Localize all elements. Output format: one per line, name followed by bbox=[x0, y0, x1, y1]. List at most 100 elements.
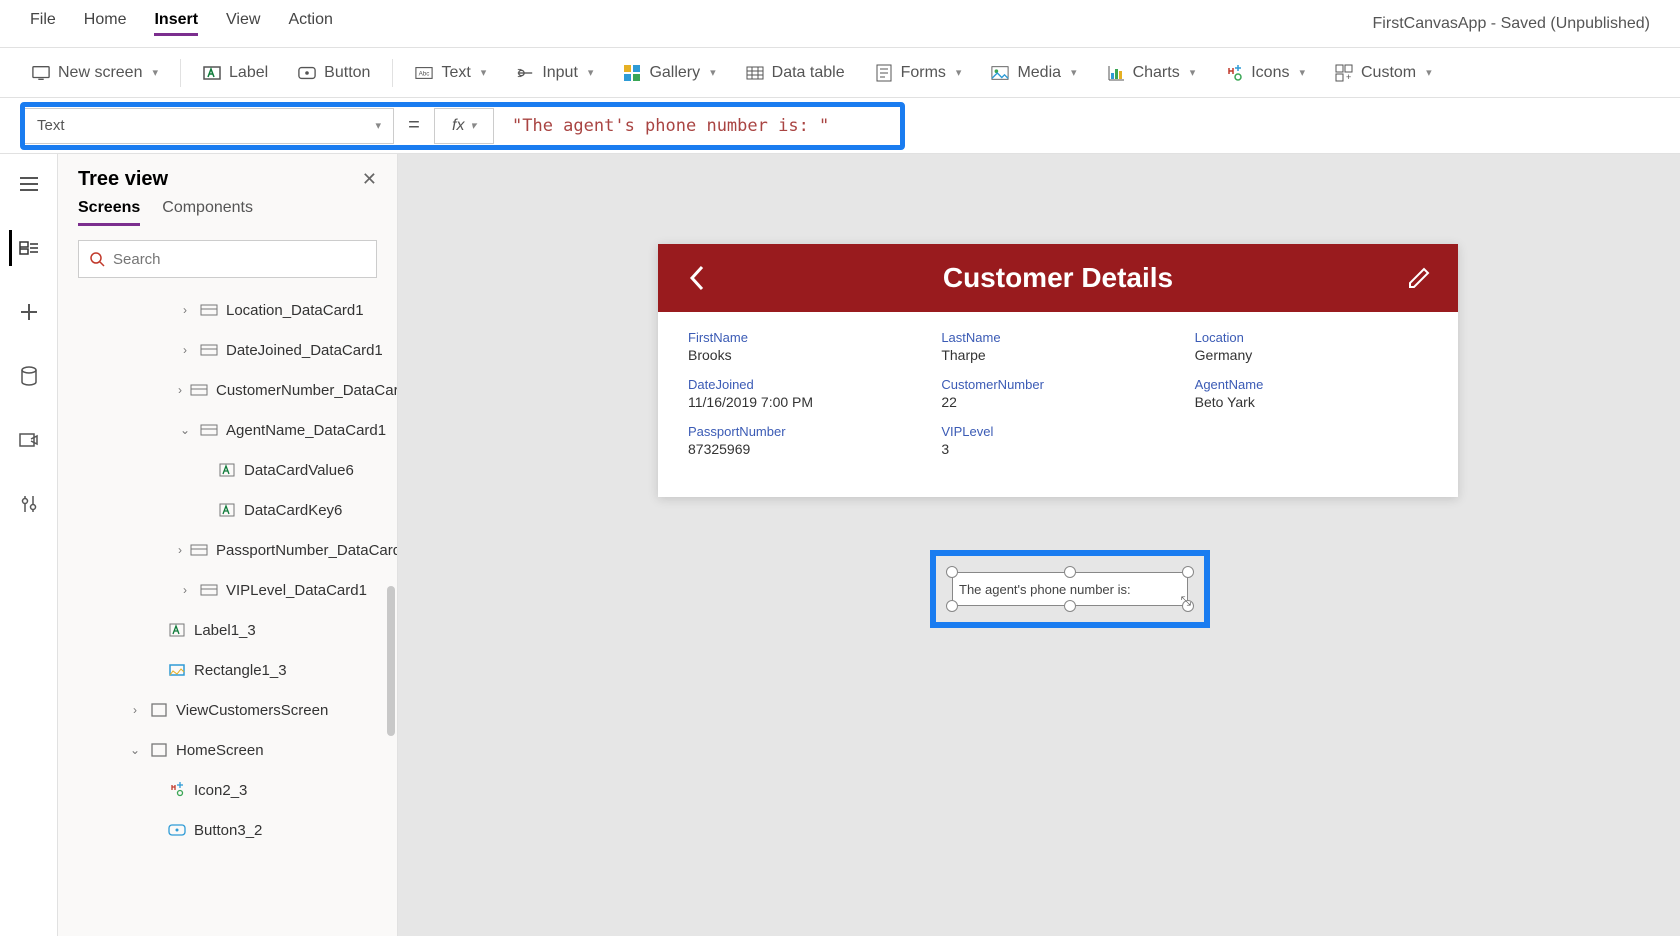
resize-handle[interactable] bbox=[1182, 566, 1194, 578]
property-selector[interactable]: Text ▾ bbox=[24, 108, 394, 144]
datacard-icon bbox=[190, 543, 208, 557]
screen-title: Customer Details bbox=[943, 262, 1173, 294]
scrollbar[interactable] bbox=[387, 586, 395, 736]
field-value: Germany bbox=[1195, 347, 1428, 363]
field-location: Location Germany bbox=[1195, 330, 1428, 363]
ribbon-input[interactable]: Input ▾ bbox=[504, 58, 605, 88]
tab-screens[interactable]: Screens bbox=[78, 199, 140, 226]
rail-advanced[interactable] bbox=[11, 486, 47, 522]
tree-node-location[interactable]: ›Location_DataCard1 bbox=[58, 290, 397, 330]
edit-button[interactable] bbox=[1404, 263, 1434, 293]
field-label: Location bbox=[1195, 330, 1428, 345]
chevron-down-icon: ▾ bbox=[1071, 66, 1077, 79]
menu-action[interactable]: Action bbox=[288, 11, 332, 36]
rail-hamburger[interactable] bbox=[11, 166, 47, 202]
tree-node-label1-3[interactable]: Label1_3 bbox=[58, 610, 397, 650]
custom-icon: + bbox=[1335, 64, 1353, 82]
resize-handle[interactable] bbox=[946, 566, 958, 578]
field-label: PassportNumber bbox=[688, 424, 921, 439]
menu-view[interactable]: View bbox=[226, 11, 260, 36]
back-button[interactable] bbox=[682, 263, 712, 293]
app-header: Customer Details bbox=[658, 244, 1458, 312]
chevron-down-icon: ▾ bbox=[481, 66, 487, 79]
ribbon-gallery[interactable]: Gallery ▾ bbox=[611, 58, 727, 88]
rail-insert[interactable] bbox=[11, 294, 47, 330]
ribbon-new-screen-label: New screen bbox=[58, 64, 142, 82]
tree-header: Tree view ✕ bbox=[58, 154, 397, 199]
tree-node-datacardvalue6[interactable]: DataCardValue6 bbox=[58, 450, 397, 490]
tree-node-agentname[interactable]: ⌄AgentName_DataCard1 bbox=[58, 410, 397, 450]
field-label: VIPLevel bbox=[941, 424, 1174, 439]
field-passportnumber: PassportNumber87325969 bbox=[688, 424, 921, 457]
formula-input[interactable] bbox=[500, 108, 1672, 144]
tree-node-customernumber[interactable]: ›CustomerNumber_DataCard1 bbox=[58, 370, 397, 410]
resize-handle[interactable] bbox=[1064, 566, 1076, 578]
selected-label-control[interactable]: The agent's phone number is: ⤡ bbox=[952, 572, 1188, 606]
canvas-area[interactable]: Customer Details FirstNameBrooks LastNam… bbox=[398, 154, 1680, 936]
rail-media[interactable] bbox=[11, 422, 47, 458]
chevron-down-icon: ▾ bbox=[1426, 66, 1432, 79]
menu-file[interactable]: File bbox=[30, 11, 56, 36]
ribbon-forms[interactable]: Forms ▾ bbox=[863, 58, 974, 88]
left-rail bbox=[0, 154, 58, 936]
tree-node-label: AgentName_DataCard1 bbox=[226, 422, 386, 439]
chevron-down-icon: ▾ bbox=[152, 66, 158, 79]
tree-node-icon2-3[interactable]: Icon2_3 bbox=[58, 770, 397, 810]
tree-node-button3-2[interactable]: Button3_2 bbox=[58, 810, 397, 850]
field-label: DateJoined bbox=[688, 377, 921, 392]
button-icon bbox=[168, 823, 186, 837]
ribbon-custom[interactable]: + Custom ▾ bbox=[1323, 58, 1444, 88]
tree-node-viewcustomers[interactable]: ›ViewCustomersScreen bbox=[58, 690, 397, 730]
ribbon-data-table[interactable]: Data table bbox=[734, 58, 857, 88]
tree-node-viplevel[interactable]: ›VIPLevel_DataCard1 bbox=[58, 570, 397, 610]
fx-button[interactable]: fx ▾ bbox=[434, 108, 494, 144]
menu-home[interactable]: Home bbox=[84, 11, 127, 36]
tab-components[interactable]: Components bbox=[162, 199, 253, 226]
tree-search[interactable] bbox=[78, 240, 377, 278]
tree-node-label: ViewCustomersScreen bbox=[176, 702, 328, 719]
tree-node-label: Icon2_3 bbox=[194, 782, 247, 799]
ribbon-icons[interactable]: Icons ▾ bbox=[1213, 58, 1317, 88]
ribbon-gallery-label: Gallery bbox=[649, 64, 700, 82]
field-label: AgentName bbox=[1195, 377, 1428, 392]
ribbon-button-text: Button bbox=[324, 64, 370, 82]
tree-node-datacardkey6[interactable]: DataCardKey6 bbox=[58, 490, 397, 530]
tree-node-rectangle1-3[interactable]: Rectangle1_3 bbox=[58, 650, 397, 690]
chevron-down-icon: ▾ bbox=[1299, 66, 1305, 79]
chevron-right-icon: › bbox=[178, 343, 192, 357]
ribbon-button[interactable]: Button bbox=[286, 58, 382, 88]
resize-cursor-icon: ⤡ bbox=[1181, 593, 1191, 609]
rail-tree-view[interactable] bbox=[9, 230, 45, 266]
equals-sign: = bbox=[394, 114, 434, 137]
button-icon bbox=[298, 64, 316, 82]
svg-text:Abc: Abc bbox=[419, 70, 430, 77]
ribbon-label[interactable]: Label bbox=[191, 58, 280, 88]
tree-node-homescreen[interactable]: ⌄HomeScreen bbox=[58, 730, 397, 770]
ribbon-media-label: Media bbox=[1017, 64, 1061, 82]
ribbon-label-text: Label bbox=[229, 64, 268, 82]
chevron-down-icon: ▾ bbox=[375, 119, 381, 132]
chevron-down-icon: ▾ bbox=[710, 66, 716, 79]
ribbon-icons-label: Icons bbox=[1251, 64, 1289, 82]
field-label: LastName bbox=[941, 330, 1174, 345]
menu-insert[interactable]: Insert bbox=[154, 11, 198, 36]
field-firstname: FirstNameBrooks bbox=[688, 330, 921, 363]
resize-handle[interactable] bbox=[946, 600, 958, 612]
close-icon[interactable]: ✕ bbox=[362, 169, 377, 190]
main-area: Tree view ✕ Screens Components ›Location… bbox=[0, 154, 1680, 936]
datacard-icon bbox=[200, 343, 218, 357]
ribbon-media[interactable]: Media ▾ bbox=[979, 58, 1088, 88]
rail-data[interactable] bbox=[11, 358, 47, 394]
search-input[interactable] bbox=[113, 251, 366, 268]
ribbon-input-label: Input bbox=[542, 64, 578, 82]
app-title: FirstCanvasApp - Saved (Unpublished) bbox=[1373, 15, 1650, 33]
ribbon-charts[interactable]: Charts ▾ bbox=[1095, 58, 1208, 88]
ribbon-new-screen[interactable]: New screen ▾ bbox=[20, 58, 170, 88]
tree-node-label: Location_DataCard1 bbox=[226, 302, 364, 319]
ribbon-text[interactable]: Abc Text ▾ bbox=[403, 58, 498, 88]
resize-handle[interactable] bbox=[1064, 600, 1076, 612]
tree-node-passportnumber[interactable]: ›PassportNumber_DataCard1 bbox=[58, 530, 397, 570]
tree-node-datejoined[interactable]: ›DateJoined_DataCard1 bbox=[58, 330, 397, 370]
field-value: 11/16/2019 7:00 PM bbox=[688, 394, 921, 410]
gallery-icon bbox=[623, 64, 641, 82]
